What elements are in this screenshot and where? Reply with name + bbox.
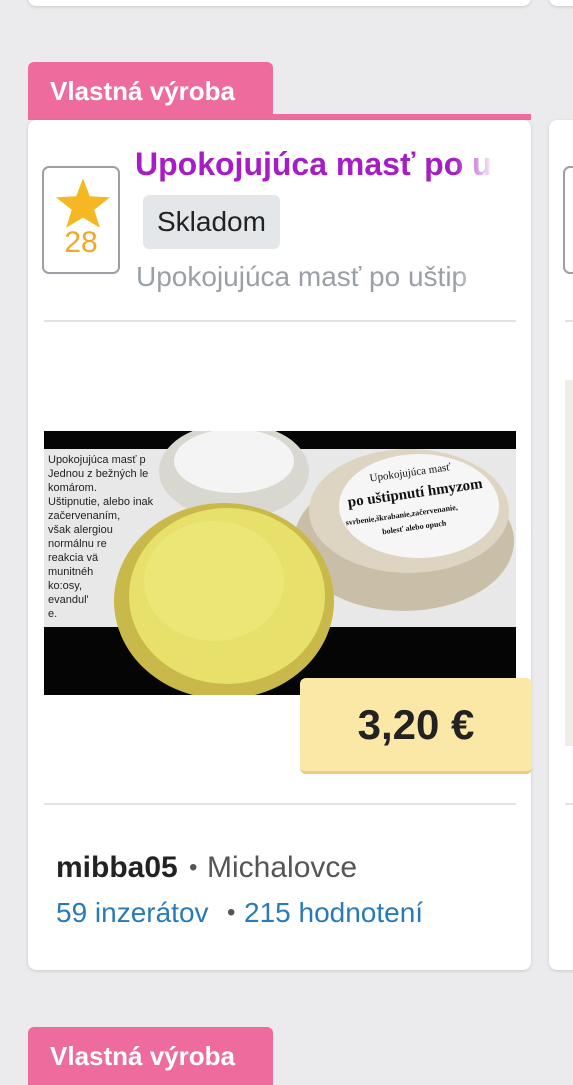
right-card-divider xyxy=(565,320,573,322)
product-photo[interactable]: Upokojujúca masť p Jednou z bežných le k… xyxy=(44,431,516,695)
category-tag: Vlastná výroba xyxy=(28,62,273,120)
divider-top xyxy=(44,320,516,322)
right-card-divider-bottom xyxy=(565,803,573,805)
photo-text-line: Upokojujúca masť p xyxy=(48,454,146,466)
price-tag: 3,20 € xyxy=(300,678,532,774)
seller-name[interactable]: mibba05 xyxy=(56,848,178,888)
seller-reviews-link[interactable]: 215 hodnotení xyxy=(244,893,423,933)
product-description: Upokojujúca masť po uštip xyxy=(136,261,468,292)
star-icon xyxy=(56,178,110,228)
right-card-photo xyxy=(565,380,573,746)
photo-text-line: ko:osy, xyxy=(48,580,82,592)
photo-text-line: evandul' xyxy=(48,594,89,606)
rating-count: 28 xyxy=(64,226,98,259)
title-fade xyxy=(455,142,495,302)
rating-box: 28 xyxy=(42,166,120,274)
photo-text-line: e. xyxy=(48,608,57,620)
photo-text-line: Jednou z bežných le xyxy=(48,468,148,480)
photo-text-line: reakcia vä xyxy=(48,552,99,564)
divider-bottom xyxy=(44,803,516,805)
photo-text-line: komárom. xyxy=(48,482,97,494)
separator-dot: • xyxy=(189,854,198,881)
right-card-top[interactable] xyxy=(549,0,573,6)
photo-text-line: Uštipnutie, alebo inak xyxy=(48,496,154,508)
product-photo-image: Upokojujúca masť p Jednou z bežných le k… xyxy=(44,431,516,695)
right-card-rating-box xyxy=(563,166,573,274)
photo-text-line: začervenaním, xyxy=(48,510,120,522)
photo-text-line: munitnéh xyxy=(48,566,93,578)
separator-dot: • xyxy=(227,899,236,926)
previous-card[interactable] xyxy=(28,0,531,6)
seller-listings-link[interactable]: 59 inzerátov xyxy=(56,893,209,933)
photo-text-line: však alergiou xyxy=(48,524,113,536)
product-title[interactable]: Upokojujúca masť po uš xyxy=(135,142,495,186)
next-card-tag: Vlastná výroba xyxy=(28,1027,273,1085)
seller-city: Michalovce xyxy=(207,851,358,884)
stock-badge: Skladom xyxy=(143,195,280,249)
photo-text-line: normálnu re xyxy=(48,538,107,550)
